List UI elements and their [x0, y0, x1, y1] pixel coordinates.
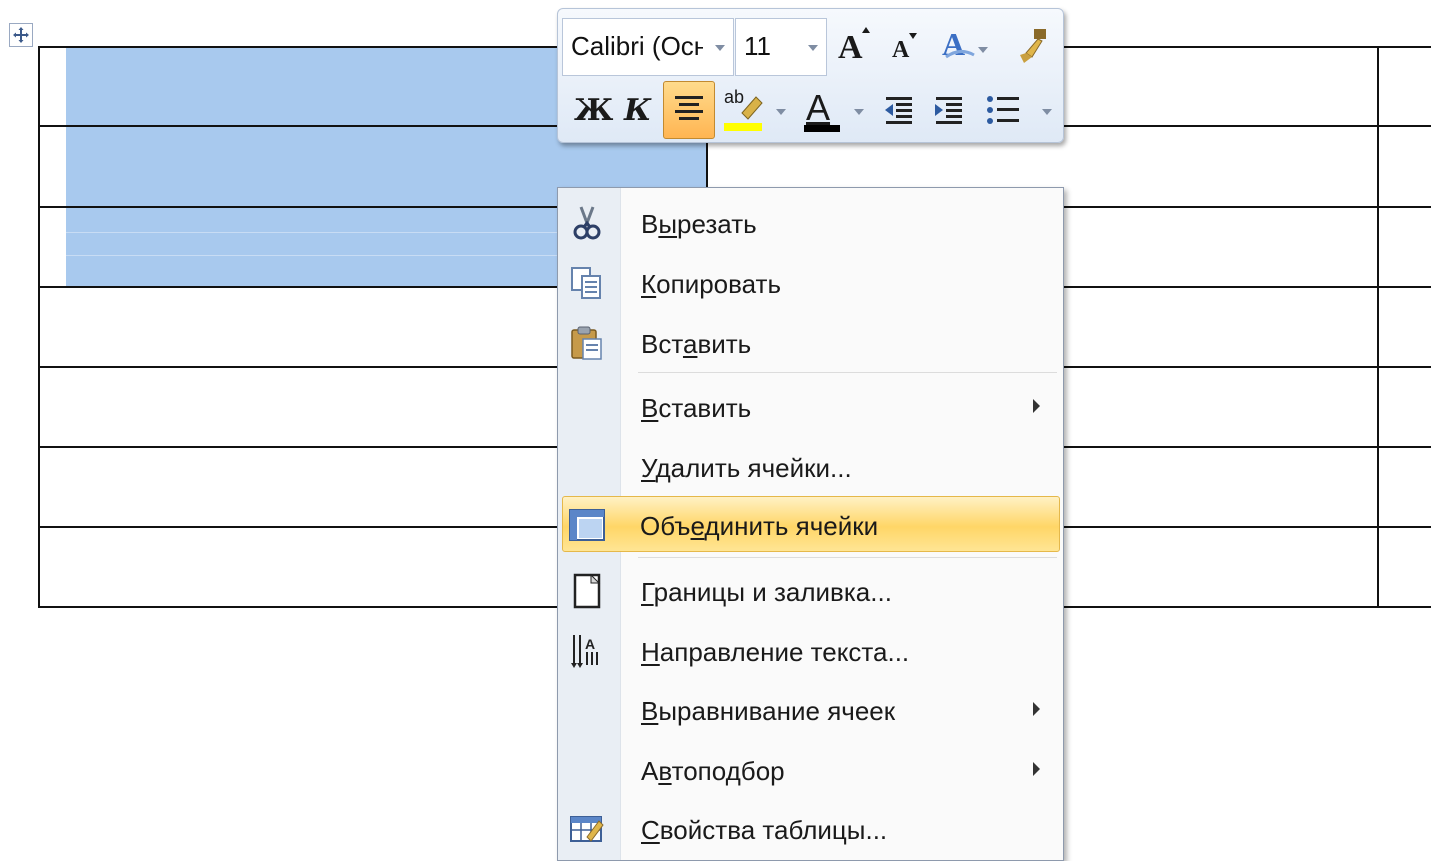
submenu-arrow-icon: [1033, 702, 1040, 716]
bullet-list-icon: [987, 96, 1019, 124]
menu-separator: [638, 372, 1057, 373]
decrease-indent-icon: [885, 97, 912, 124]
selection-line: [66, 255, 558, 256]
font-name-value: Calibri (Осн: [571, 31, 703, 61]
menu-separator: [638, 557, 1057, 558]
move-arrows-icon: [13, 27, 29, 43]
grow-font-button[interactable]: A: [834, 23, 872, 69]
table-border: [38, 46, 40, 608]
format-painter-button[interactable]: [1010, 21, 1056, 69]
menu-item-label: Объединить ячейки: [640, 511, 879, 541]
mini-toolbar: Calibri (Осн 11 A A A Ж К ab A: [557, 8, 1064, 143]
font-color-swatch: [804, 125, 840, 132]
merge-cells-icon: [569, 509, 605, 541]
highlight-color-swatch: [724, 123, 762, 131]
menu-item-cell-alignment[interactable]: Выравнивание ячеек: [559, 683, 1062, 735]
submenu-arrow-icon: [1033, 399, 1040, 413]
chevron-down-icon[interactable]: [854, 109, 864, 115]
chevron-down-icon[interactable]: [715, 45, 725, 51]
svg-text:A: A: [585, 636, 595, 652]
font-size-combo[interactable]: 11: [735, 18, 827, 76]
menu-item-label: Вставить: [641, 393, 752, 423]
submenu-arrow-icon: [1033, 762, 1040, 776]
table-border: [1377, 46, 1379, 608]
selected-cell[interactable]: [66, 208, 558, 286]
font-name-combo[interactable]: Calibri (Осн: [562, 18, 734, 76]
shrink-font-button[interactable]: A: [888, 23, 922, 69]
font-color-button[interactable]: A: [802, 85, 870, 137]
menu-item-insert[interactable]: Вставить: [559, 380, 1062, 432]
text-direction-icon: A: [571, 635, 598, 668]
styles-icon: A: [942, 26, 975, 62]
format-painter-icon: [1020, 29, 1046, 63]
menu-item-label: Вставить: [641, 329, 752, 359]
menu-item-paste[interactable]: Вставить: [559, 316, 1062, 368]
menu-item-label: Свойства таблицы...: [641, 815, 888, 845]
font-size-value: 11: [744, 31, 771, 61]
menu-item-label: Границы и заливка...: [641, 577, 892, 607]
text-highlight-button[interactable]: ab: [722, 85, 792, 137]
chevron-down-icon[interactable]: [978, 47, 988, 53]
menu-item-text-direction[interactable]: A Направление текста...: [559, 624, 1062, 676]
bold-icon: Ж: [574, 93, 614, 128]
menu-item-delete-cells[interactable]: Удалить ячейки...: [559, 440, 1062, 492]
menu-item-table-properties[interactable]: Свойства таблицы...: [559, 802, 1062, 854]
decrease-indent-button[interactable]: [880, 89, 920, 135]
increase-indent-icon: [935, 97, 962, 124]
chevron-down-icon[interactable]: [808, 45, 818, 51]
grow-font-icon: A: [838, 29, 863, 66]
bullets-button[interactable]: [982, 89, 1058, 135]
up-arrow-icon: [862, 27, 870, 33]
copy-icon: [571, 267, 601, 299]
table-properties-icon: [570, 816, 604, 842]
menu-item-borders-shading[interactable]: Границы и заливка...: [559, 564, 1062, 616]
menu-item-label: Удалить ячейки...: [641, 453, 852, 483]
menu-item-label: Копировать: [641, 269, 782, 299]
menu-item-cut[interactable]: Вырезать: [559, 196, 1062, 248]
marker-pen-icon: [741, 96, 763, 120]
menu-item-label: Выравнивание ячеек: [641, 696, 896, 726]
shrink-font-icon: A: [892, 37, 910, 63]
chevron-down-icon[interactable]: [776, 109, 786, 115]
chevron-down-icon[interactable]: [1042, 109, 1052, 115]
italic-button[interactable]: К: [616, 87, 656, 133]
align-center-icon: [675, 96, 703, 120]
italic-icon: К: [624, 93, 652, 128]
menu-item-label: Направление текста...: [641, 637, 910, 667]
font-color-icon: A: [806, 87, 831, 128]
scissors-icon: [573, 206, 601, 240]
menu-item-label: Автоподбор: [641, 756, 785, 786]
menu-item-label: Вырезать: [641, 209, 757, 239]
context-menu: Вырезать Копировать Вставить Вставить Уд…: [557, 187, 1064, 861]
down-arrow-icon: [909, 33, 917, 39]
increase-indent-button[interactable]: [930, 89, 970, 135]
styles-button[interactable]: A: [938, 21, 988, 69]
menu-item-copy[interactable]: Копировать: [559, 256, 1062, 308]
menu-item-autofit[interactable]: Автоподбор: [559, 743, 1062, 795]
selection-line: [66, 232, 558, 233]
bold-button[interactable]: Ж: [566, 87, 613, 133]
paste-icon: [571, 326, 602, 360]
svg-text:A: A: [942, 26, 965, 62]
borders-icon: [573, 573, 601, 609]
menu-item-merge-cells[interactable]: Объединить ячейки: [562, 496, 1060, 552]
center-align-button[interactable]: [663, 81, 715, 139]
table-move-handle[interactable]: [9, 23, 33, 47]
